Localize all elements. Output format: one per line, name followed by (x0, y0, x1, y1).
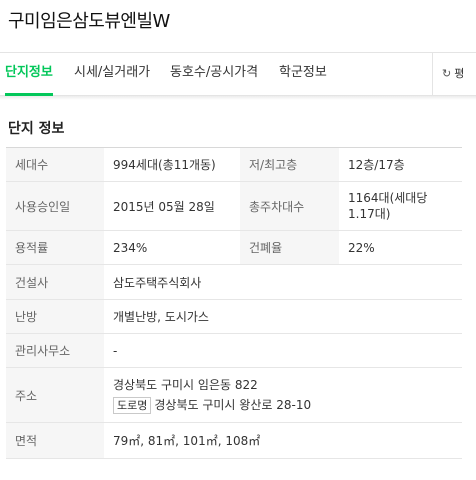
households-value: 994세대(총11개동) (104, 147, 240, 182)
table-row: 관리사무소 - (6, 333, 462, 368)
address-label: 주소 (6, 367, 104, 423)
tab-bar: 단지정보 시세/실거래가 동호수/공시가격 학군정보 ↻ 평 (0, 52, 476, 96)
table-row: 면적 79㎡, 81㎡, 101㎡, 108㎡ (6, 422, 462, 459)
building-coverage-value: 22% (339, 230, 462, 265)
area-label: 면적 (6, 422, 104, 459)
address-value: 경상북도 구미시 임은동 822 도로명 경상북도 구미시 왕산로 28-10 (104, 367, 462, 423)
complex-info-table: 세대수 994세대(총11개동) 저/최고층 12층/17층 사용승인일 201… (6, 147, 462, 459)
road-address: 경상북도 구미시 왕산로 28-10 (154, 398, 312, 412)
table-row: 세대수 994세대(총11개동) 저/최고층 12층/17층 (6, 147, 462, 182)
heating-label: 난방 (6, 299, 104, 334)
refresh-icon: ↻ (442, 67, 452, 80)
floors-label: 저/최고층 (240, 147, 339, 182)
builder-value: 삼도주택주식회사 (104, 264, 462, 300)
tab-label: 단지정보 (5, 65, 53, 80)
approval-date-label: 사용승인일 (6, 181, 104, 231)
tab-complex-info[interactable]: 단지정보 (5, 53, 53, 96)
road-name-badge: 도로명 (113, 397, 152, 414)
tab-units-official-price[interactable]: 동호수/공시가격 (170, 53, 258, 95)
floor-area-ratio-label: 용적률 (6, 230, 104, 265)
tab-price-transactions[interactable]: 시세/실거래가 (74, 53, 150, 95)
area-value: 79㎡, 81㎡, 101㎡, 108㎡ (104, 422, 462, 459)
heating-value: 개별난방, 도시가스 (104, 299, 462, 334)
management-office-value: - (104, 333, 462, 368)
households-label: 세대수 (6, 147, 104, 182)
builder-label: 건설사 (6, 264, 104, 300)
table-row: 용적률 234% 건폐율 22% (6, 230, 462, 265)
approval-date-value: 2015년 05월 28일 (104, 181, 240, 231)
road-address-line: 도로명 경상북도 구미시 왕산로 28-10 (113, 395, 462, 415)
unit-toggle-label: 평 (454, 67, 465, 80)
building-coverage-label: 건폐율 (240, 230, 339, 265)
tab-school-info[interactable]: 학군정보 (279, 53, 327, 95)
table-row: 사용승인일 2015년 05월 28일 총주차대수 1164대(세대당 1.17… (6, 181, 462, 231)
floors-value: 12층/17층 (339, 147, 462, 182)
page-title: 구미임은삼도뷰엔빌W (8, 11, 170, 32)
divider (0, 96, 476, 100)
unit-toggle-button[interactable]: ↻ 평 (442, 53, 464, 95)
parking-label: 총주차대수 (240, 181, 339, 231)
section-title: 단지 정보 (8, 121, 65, 137)
table-row: 건설사 삼도주택주식회사 (6, 264, 462, 300)
lot-address: 경상북도 구미시 임은동 822 (113, 378, 258, 392)
table-row: 주소 경상북도 구미시 임은동 822 도로명 경상북도 구미시 왕산로 28-1… (6, 367, 462, 423)
parking-value: 1164대(세대당 1.17대) (339, 181, 462, 231)
management-office-label: 관리사무소 (6, 333, 104, 368)
tab-divider (432, 53, 433, 95)
table-row: 난방 개별난방, 도시가스 (6, 299, 462, 334)
floor-area-ratio-value: 234% (104, 230, 240, 265)
